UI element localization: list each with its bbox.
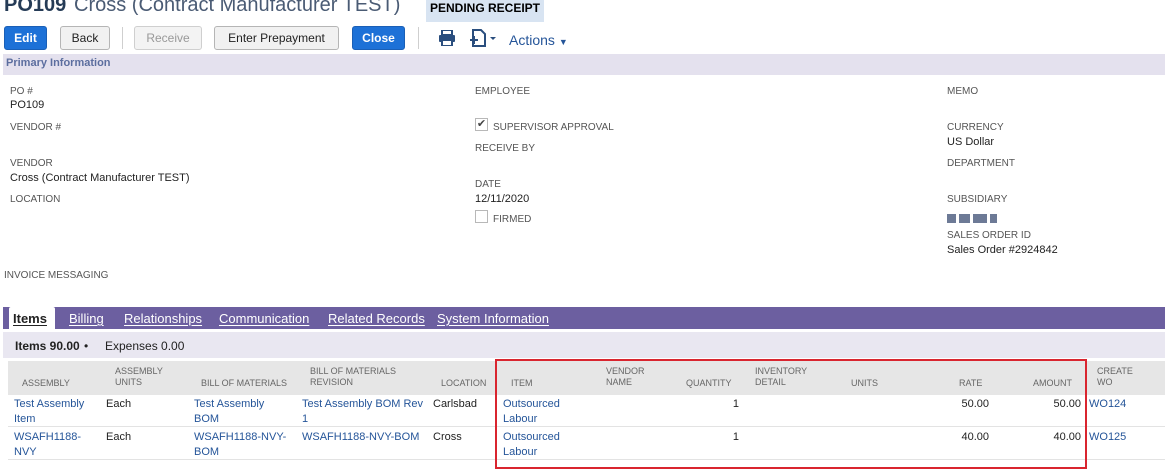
bom-link[interactable]: WSAFH1188-NVY- BOM (194, 430, 286, 460)
primary-information-bar[interactable] (3, 54, 1165, 75)
section-title: Primary Information (6, 57, 111, 69)
location-cell: Carlsbad (433, 398, 478, 410)
sales-order-label: SALES ORDER ID (947, 230, 1031, 241)
currency-value: US Dollar (947, 136, 995, 148)
date-value: 12/11/2020 (475, 193, 530, 205)
toolbar-divider (418, 27, 419, 49)
bom-revision-link[interactable]: WSAFH1188-NVY-BOM (302, 430, 419, 445)
tab-communication[interactable]: Communication (219, 311, 309, 326)
department-label: DEPARTMENT (947, 158, 1015, 169)
work-order-link[interactable]: WO124 (1089, 397, 1126, 412)
tab-system-information[interactable]: System Information (437, 311, 549, 326)
tab-related-records[interactable]: Related Records (328, 311, 425, 326)
subtab-expenses[interactable]: Expenses 0.00 (105, 339, 184, 353)
actions-menu[interactable]: Actions ▼ (509, 32, 568, 48)
firmed-checkbox[interactable] (475, 210, 488, 223)
work-order-link[interactable]: WO125 (1089, 430, 1126, 445)
sales-order-link[interactable]: Sales Order #2924842 (947, 244, 1058, 256)
col-assembly-units: ASSEMBLY UNITS (115, 366, 163, 387)
subtab-items[interactable]: Items 90.00 (15, 339, 80, 353)
tab-billing[interactable]: Billing (69, 311, 104, 326)
memo-label: MEMO (947, 86, 979, 97)
back-button[interactable]: Back (60, 26, 110, 50)
edit-button[interactable]: Edit (4, 26, 47, 50)
location-label: LOCATION (10, 194, 61, 205)
toolbar-divider (122, 27, 123, 49)
bom-revision-link[interactable]: Test Assembly BOM Rev 1 (302, 397, 423, 427)
supervisor-approval-checkbox[interactable]: ✔ (475, 118, 488, 131)
col-assembly: ASSEMBLY (22, 378, 70, 388)
tab-relationships[interactable]: Relationships (124, 311, 202, 326)
assembly-link[interactable]: Test Assembly Item (14, 397, 84, 427)
firmed-label: FIRMED (493, 214, 532, 225)
assembly-units: Each (106, 398, 132, 410)
subsidiary-redacted-value (947, 210, 997, 228)
page-title-vendor: Cross (Contract Manufacturer TEST) (74, 0, 401, 16)
col-location: LOCATION (441, 378, 487, 388)
vendor-number-label: VENDOR # (10, 122, 62, 133)
assembly-units: Each (106, 431, 132, 443)
receive-button[interactable]: Receive (134, 26, 202, 50)
bom-link[interactable]: Test Assembly BOM (194, 397, 264, 427)
col-bill-of-materials: BILL OF MATERIALS (201, 378, 288, 388)
location-cell: Cross (433, 431, 462, 443)
enter-prepayment-button[interactable]: Enter Prepayment (214, 26, 339, 50)
currency-label: CURRENCY (947, 122, 1004, 133)
new-record-icon[interactable] (470, 29, 498, 47)
tab-items[interactable]: Items (13, 311, 47, 326)
assembly-link[interactable]: WSAFH1188- NVY (14, 430, 81, 460)
invoice-messaging-label: INVOICE MESSAGING (4, 270, 109, 281)
date-label: DATE (475, 179, 501, 190)
supervisor-approval-label: SUPERVISOR APPROVAL (493, 122, 614, 133)
close-button[interactable]: Close (352, 26, 405, 50)
print-icon[interactable] (438, 30, 456, 46)
subsidiary-label: SUBSIDIARY (947, 194, 1008, 205)
subtab-bullet: • (84, 339, 89, 353)
col-create-wo: CREATE WO (1097, 366, 1133, 387)
status-badge: PENDING RECEIPT (426, 0, 545, 22)
page-title-po-number: PO109 (4, 0, 67, 16)
highlight-box (495, 359, 1087, 469)
vendor-link[interactable]: Cross (Contract Manufacturer TEST) (10, 172, 190, 184)
vendor-label: VENDOR (10, 158, 53, 169)
employee-label: EMPLOYEE (475, 86, 531, 97)
receive-by-label: RECEIVE BY (475, 143, 536, 154)
po-number-value: PO109 (10, 99, 45, 111)
col-bom-revision: BILL OF MATERIALS REVISION (310, 366, 397, 387)
caret-down-icon: ▼ (558, 37, 568, 47)
po-number-label: PO # (10, 86, 33, 97)
